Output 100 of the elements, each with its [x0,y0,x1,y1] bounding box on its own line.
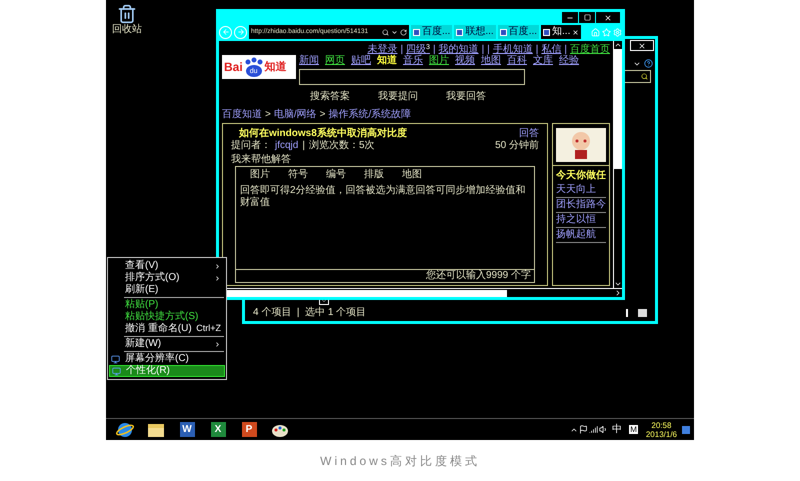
separator-text: | [302,140,305,152]
browser-tab[interactable]: 百度... [411,25,452,39]
menu-item[interactable]: 个性化(R) [109,365,225,377]
speaker-icon[interactable] [599,425,608,434]
maximize-button[interactable] [579,12,595,23]
answer-link[interactable]: 回答 [519,127,539,140]
asker-label: 提问者： [231,140,271,152]
separator-text: | [536,44,538,55]
header-link[interactable]: 私信 [541,44,562,55]
sidebar-link[interactable]: 天天向上 [556,183,606,198]
maximize-icon [584,14,590,21]
browser-tab[interactable]: 知... [541,25,582,39]
caption: Windows高对比度模式 [320,452,480,470]
breadcrumb-link[interactable]: 操作系统/系统故障 [328,109,412,121]
show-desktop-button[interactable] [682,426,690,434]
nav-link[interactable]: 文库 [533,55,553,67]
nav-link[interactable]: 视频 [455,55,475,67]
scrollbar-thumb[interactable] [227,290,507,296]
menu-item[interactable]: 新建(W) [109,338,225,350]
nav-link[interactable]: 百科 [507,55,527,67]
ime-indicator[interactable]: 中 [609,422,626,437]
asker-link[interactable]: jfcqjd [275,140,298,152]
nav-link[interactable]: 贴吧 [351,55,371,67]
separator-text: > [265,109,271,121]
signal-icon[interactable] [589,425,598,434]
header-link[interactable]: 我的知道 [438,44,479,55]
tiles-view-icon[interactable] [638,309,647,317]
editor-tool[interactable]: 编号 [326,169,346,181]
taskbar-button[interactable]: P [234,420,264,440]
nav-link[interactable]: 经验 [559,55,579,67]
menu-item[interactable]: 屏幕分辨率(C) [109,353,225,365]
sidebar-heading: 今天你做任 [556,169,606,183]
editor-placeholder: 回答即可得2分经验值，回答被选为满意回答可同步增加经验值和财富值 [239,185,527,209]
vertical-scrollbar[interactable] [613,41,622,288]
nav-link[interactable]: 图片 [429,55,449,67]
flag-icon[interactable] [579,425,588,434]
minimize-button[interactable] [562,12,578,23]
tab-label: 联想... [465,26,494,38]
view-count: 浏览次数：5次 [308,140,375,152]
sidebar-link[interactable]: 持之以恒 [556,213,606,228]
breadcrumb-link[interactable]: 百度知道 [222,109,262,121]
tab-label: 百度... [508,26,538,38]
menu-item[interactable]: 排序方式(O) [109,272,225,284]
scroll-right-icon[interactable] [614,289,622,297]
close-icon [638,42,646,50]
header-link[interactable]: 四级$^{3}$ [406,44,430,55]
post-time: 50 分钟前 [495,140,539,152]
right-arrow-icon [236,28,244,36]
close-button[interactable] [630,40,654,51]
sidebar-link[interactable]: 扬帆起航 [556,228,606,243]
editor-tool[interactable]: 图片 [250,169,270,181]
ime-mode-indicator[interactable]: M [629,425,638,434]
menu-item[interactable]: 刷新(E) [109,284,225,296]
breadcrumb-link[interactable]: 电脑/网络 [274,109,317,121]
action-button[interactable]: 我要提问 [378,91,418,103]
dropdown-icon[interactable] [391,28,398,36]
taskbar-button[interactable]: X [203,420,233,440]
nav-link[interactable]: 音乐 [403,55,423,67]
browser-tab[interactable]: 联想... [454,25,496,39]
separator-text: | [487,44,490,55]
globe-e-icon [116,420,134,438]
help-icon[interactable] [644,59,653,68]
scrollbar-thumb[interactable] [614,49,622,169]
browser-tab[interactable]: 百度... [498,25,540,39]
header-link[interactable]: 手机知道 [492,44,533,55]
nav-link[interactable]: 新闻 [299,55,319,67]
document-icon: W [180,422,194,437]
editor-tool[interactable]: 符号 [288,169,308,181]
taskbar-button[interactable]: W [172,420,202,440]
nav-link[interactable]: 网页 [325,55,345,67]
question-title: 如何在windows8系统中取消高对比度 [239,127,407,140]
page-icon [456,28,464,36]
sidebar-link[interactable]: 团长指路今 [556,198,606,213]
header-link[interactable]: 未登录 [367,44,398,55]
menu-item[interactable]: 撤消 重命名(U) Ctrl+Z [109,323,225,335]
recycle-bin-icon[interactable] [117,4,137,24]
header-link[interactable]: 百度首页 [570,44,610,55]
answer-editor[interactable]: 图片 符号 编号 排版 地图 回答即可得2分经验值，回答被选为满意回答可同步增加经验值和财富值 您还可以输入9999 个字 [235,166,535,283]
nav-link[interactable]: 地图 [481,55,501,67]
nav-link[interactable]: 知道 [377,55,397,67]
scroll-up-icon[interactable] [614,41,622,49]
desktop-icon-label[interactable]: 回收站 [112,24,142,36]
action-button[interactable]: 搜索答案 [310,91,350,103]
close-tab-icon[interactable] [572,28,580,36]
page-icon [413,28,420,36]
menu-item[interactable]: 查看(V) [109,260,225,272]
logo-text: Bai [224,59,243,76]
editor-tool[interactable]: 排版 [364,169,384,181]
separator-text: > [320,109,326,121]
search-icon[interactable] [382,28,389,36]
left-arrow-icon [222,28,230,36]
scroll-down-icon[interactable] [614,280,622,288]
clock[interactable]: 20:58 2013/1/6 [642,420,681,438]
close-icon [604,14,612,22]
editor-tool[interactable]: 地图 [402,169,422,181]
document-icon: X [210,422,226,437]
action-button[interactable]: 我要回答 [446,91,486,103]
monitor-icon [112,366,121,376]
search-field[interactable] [299,69,525,85]
refresh-icon[interactable] [400,28,407,36]
